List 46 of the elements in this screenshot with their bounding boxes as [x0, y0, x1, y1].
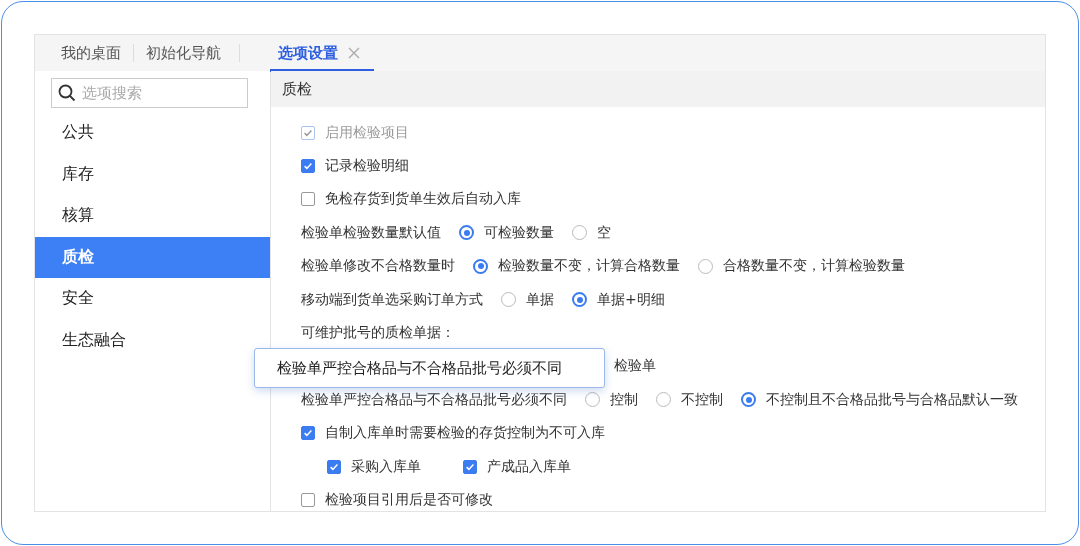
option-label: 检验项目引用后是否可修改: [325, 491, 493, 509]
search-field[interactable]: 选项搜索: [51, 78, 248, 108]
option-label: 可维护批号的质检单据：: [301, 324, 455, 343]
checkbox[interactable]: [301, 159, 315, 174]
option-label: 检验单严控合格品与不合格品批号必须不同: [301, 390, 567, 409]
option-label: 启用检验项目: [325, 123, 409, 142]
option-label: 检验单修改不合格数量时: [301, 257, 455, 276]
checkbox[interactable]: [301, 426, 315, 441]
option-label: 单据+明细: [597, 290, 665, 309]
option-label: 检验单检验数量默认值: [301, 223, 441, 242]
option-label: 空: [597, 223, 611, 242]
option-label: 合格数量不变，计算检验数量: [723, 257, 905, 276]
checkbox[interactable]: [301, 192, 315, 207]
tooltip: 检验单严控合格品与不合格品批号必须不同: [254, 348, 605, 388]
radio-button[interactable]: [741, 392, 756, 408]
tab[interactable]: 我的桌面: [61, 35, 121, 71]
search-icon: [58, 84, 76, 102]
sidebar-item[interactable]: 质检: [35, 236, 270, 278]
sidebar-item[interactable]: 公共: [35, 112, 270, 154]
option-label: 不控制: [681, 390, 723, 409]
radio-button[interactable]: [459, 225, 474, 241]
section-title: 质检: [282, 79, 312, 99]
close-icon[interactable]: [348, 47, 360, 59]
checkbox[interactable]: [327, 459, 341, 474]
radio-button[interactable]: [473, 258, 488, 274]
tab[interactable]: 选项设置: [270, 35, 374, 71]
sidebar-item[interactable]: 库存: [35, 153, 270, 195]
search-input[interactable]: 选项搜索: [82, 84, 232, 102]
radio-button[interactable]: [572, 292, 587, 308]
option-label: 记录检验明细: [325, 157, 409, 176]
option-label: 采购入库单: [351, 457, 421, 476]
option-label: 检验数量不变，计算合格数量: [498, 257, 680, 276]
option-label: 可检验数量: [484, 223, 554, 242]
option-label: 免检存货到货单生效后自动入库: [325, 190, 521, 209]
sidebar-item[interactable]: 核算: [35, 195, 270, 237]
option-label: 控制: [610, 390, 638, 409]
checkbox[interactable]: [301, 493, 315, 507]
checkbox[interactable]: [463, 459, 477, 474]
option-label: 移动端到货单选采购订单方式: [301, 290, 483, 309]
option-label: 自制入库单时需要检验的存货控制为不可入库: [325, 424, 605, 443]
option-label: 不控制且不合格品批号与合格品默认一致: [766, 390, 1018, 409]
option-label: 检验单: [614, 357, 656, 376]
option-label: 单据: [526, 290, 554, 309]
option-label: 产成品入库单: [487, 457, 571, 476]
tab[interactable]: 初始化导航: [146, 35, 221, 71]
sidebar-item[interactable]: 安全: [35, 278, 270, 320]
